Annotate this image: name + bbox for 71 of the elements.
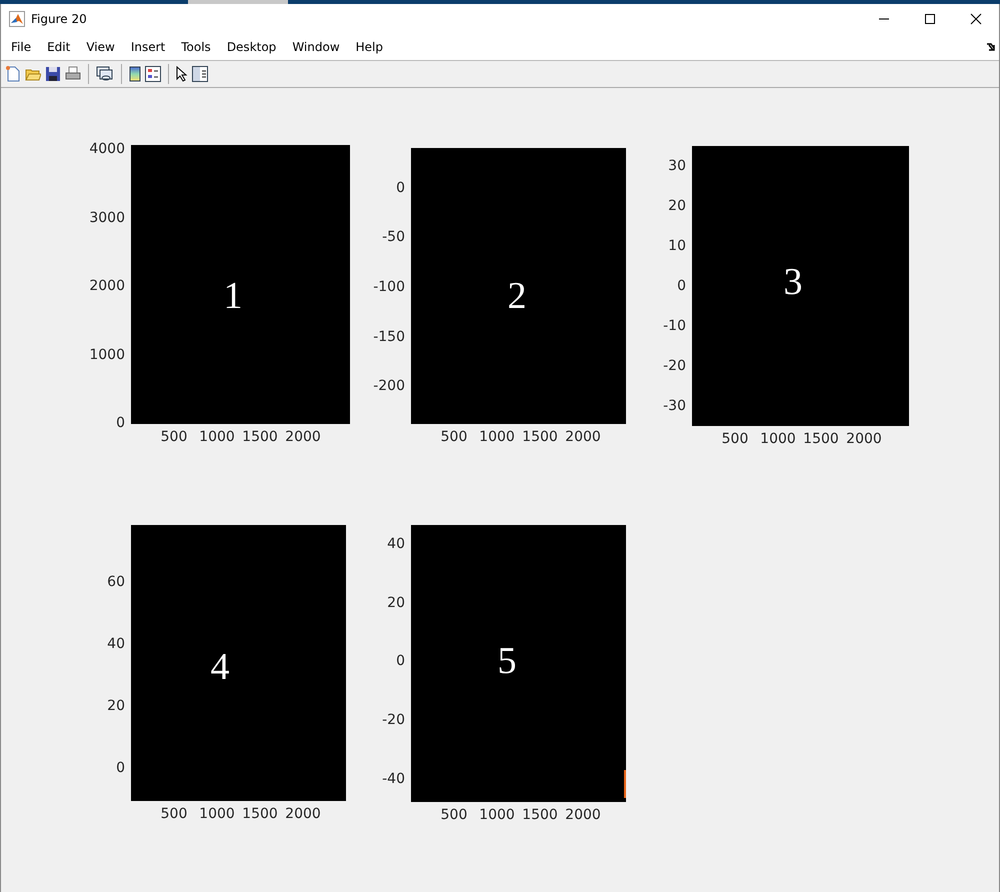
y-tick-label: 0: [396, 654, 405, 668]
y-tick-label: -20: [663, 359, 686, 373]
menu-item[interactable]: Window: [284, 40, 348, 54]
menu-item[interactable]: Edit: [39, 40, 78, 54]
menu-item[interactable]: File: [3, 40, 40, 54]
legend-icon[interactable]: [145, 66, 161, 82]
plot-label: 4: [210, 648, 230, 686]
pointer-icon[interactable]: [176, 66, 188, 82]
y-tick-label: 60: [107, 575, 125, 589]
y-tick-label: 3000: [89, 211, 125, 225]
x-tick-label: 500: [440, 808, 468, 822]
x-tick-label: 500: [160, 430, 188, 444]
menu-item[interactable]: View: [78, 40, 123, 54]
x-tick-label: 1000: [199, 807, 235, 821]
y-tick-label: 10: [668, 239, 686, 253]
y-tick-label: -50: [382, 230, 405, 244]
plot-label: 1: [224, 277, 242, 315]
x-tick-label: 2000: [565, 808, 601, 822]
menu-item[interactable]: Desktop: [218, 40, 284, 54]
close-icon: [970, 13, 982, 25]
y-tick-label: -40: [382, 772, 405, 786]
print-icon[interactable]: [65, 66, 81, 82]
window-title: Figure 20: [31, 12, 87, 26]
panel-icon[interactable]: [192, 66, 208, 82]
maximize-icon: [924, 13, 936, 25]
y-tick-label: 40: [107, 637, 125, 651]
y-tick-label: 4000: [89, 142, 125, 156]
menu-item[interactable]: Insert: [122, 40, 174, 54]
y-tick-label: 20: [668, 199, 686, 213]
y-tick-label: 20: [107, 699, 125, 713]
x-tick-label: 2000: [285, 807, 321, 821]
x-tick-label: 1500: [803, 432, 839, 446]
image-edge-streak: [624, 770, 626, 798]
y-tick-label: 0: [116, 416, 125, 430]
y-tick-label: -30: [663, 399, 686, 413]
new-file-icon[interactable]: [5, 66, 21, 82]
y-tick-label: 2000: [89, 279, 125, 293]
y-tick-label: 0: [396, 181, 405, 195]
menu-item[interactable]: Tools: [173, 40, 219, 54]
plot-label: 3: [784, 263, 802, 301]
x-tick-label: 1500: [242, 807, 278, 821]
x-tick-label: 1000: [760, 432, 796, 446]
menu-item[interactable]: Help: [348, 40, 391, 54]
x-tick-label: 2000: [565, 430, 601, 444]
x-tick-label: 1000: [199, 430, 235, 444]
x-tick-label: 500: [160, 807, 188, 821]
x-tick-label: 2000: [285, 430, 321, 444]
x-tick-label: 500: [722, 432, 748, 446]
save-icon[interactable]: [45, 66, 61, 82]
y-tick-label: 20: [387, 596, 405, 610]
y-tick-label: 0: [116, 761, 125, 775]
x-tick-label: 500: [440, 430, 468, 444]
x-tick-label: 1000: [479, 430, 515, 444]
y-tick-label: 40: [387, 537, 405, 551]
colorbar-icon[interactable]: [129, 66, 141, 82]
y-tick-label: 1000: [89, 348, 125, 362]
y-tick-label: -20: [382, 713, 405, 727]
y-tick-label: -150: [373, 330, 405, 344]
x-tick-label: 1500: [522, 430, 558, 444]
x-tick-label: 2000: [846, 432, 882, 446]
plot-label: 5: [498, 642, 516, 680]
y-tick-label: 0: [677, 279, 686, 293]
y-tick-label: -10: [663, 319, 686, 333]
x-tick-label: 1500: [522, 808, 558, 822]
y-tick-label: -100: [373, 280, 405, 294]
x-tick-label: 1000: [479, 808, 515, 822]
x-tick-label: 1500: [242, 430, 278, 444]
y-tick-label: -200: [373, 379, 405, 393]
app-icon: [9, 11, 25, 27]
y-tick-label: 30: [668, 159, 686, 173]
plot-label: 2: [508, 277, 526, 315]
